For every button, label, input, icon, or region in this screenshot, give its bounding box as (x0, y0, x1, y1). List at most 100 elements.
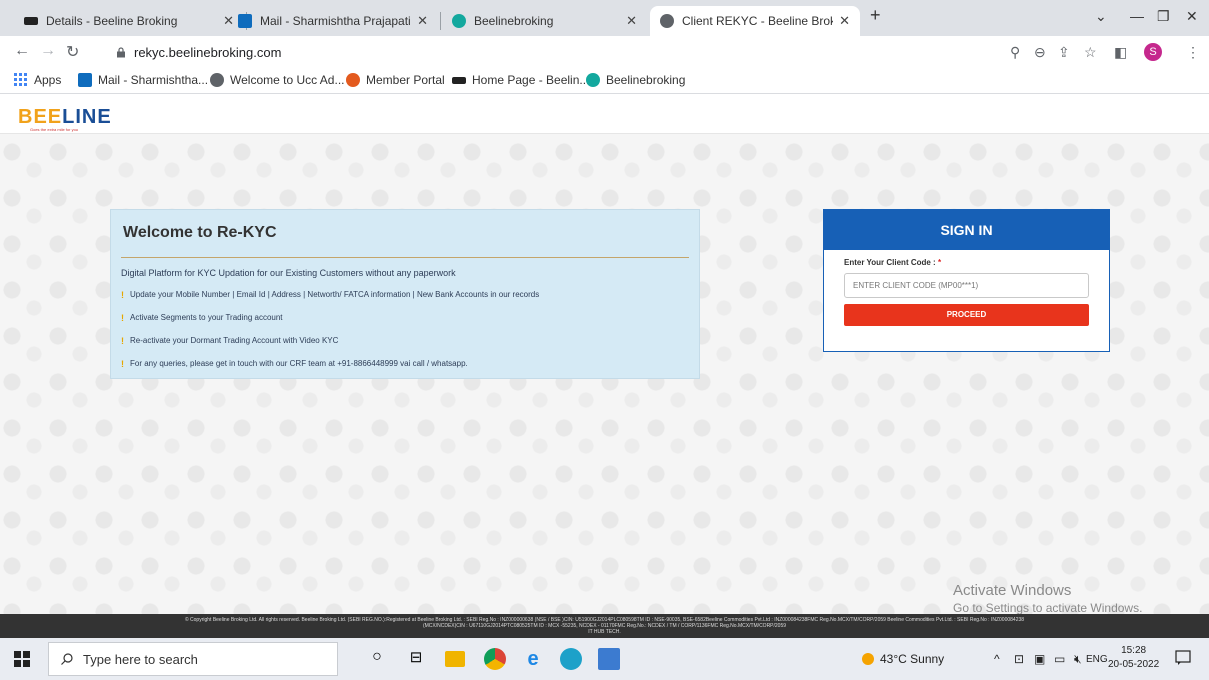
globe-icon (210, 73, 224, 87)
outlook-icon (238, 14, 252, 28)
profile-avatar[interactable]: S (1144, 43, 1162, 61)
bookmark-member-portal[interactable]: Member Portal (346, 73, 445, 87)
tab-mail[interactable]: Mail - Sharmishtha Prajapati - Ou ✕ (228, 6, 438, 36)
windows-taskbar: Type here to search ○ ⊟ e 43°C Sunny ^ ⊡… (0, 638, 1209, 680)
signin-panel: SIGN IN Enter Your Client Code : * PROCE… (823, 209, 1110, 352)
site-header: BEELINE Goes the extra mile for you (0, 94, 1209, 134)
list-item-text: Activate Segments to your Trading accoun… (130, 313, 283, 322)
beeline-logo[interactable]: BEELINE (18, 106, 112, 129)
clock-date: 20-05-2022 (1108, 659, 1160, 670)
list-item-text: For any queries, please get in touch wit… (130, 359, 468, 368)
url-text: rekyc.beelinebroking.com (134, 44, 282, 60)
required-mark: * (937, 258, 942, 267)
clock-time: 15:28 (1121, 645, 1147, 656)
label-text: Enter Your Client Code : (844, 258, 936, 267)
exclamation-icon: ! (121, 336, 124, 346)
weather-widget[interactable]: 43°C Sunny (862, 652, 944, 666)
cortana-icon[interactable]: ○ (366, 648, 388, 670)
close-icon[interactable]: ✕ (839, 13, 850, 29)
activate-windows-title: Activate Windows (953, 582, 1072, 599)
bookmark-apps[interactable]: Apps (14, 73, 61, 87)
forward-arrow-icon[interactable]: → (40, 42, 56, 60)
language-indicator[interactable]: ENG (1086, 654, 1108, 665)
window-close-button[interactable]: ✕ (1186, 8, 1198, 25)
beeline-green-icon (586, 73, 600, 87)
network-icon[interactable]: ▭ (1054, 652, 1065, 666)
bookmark-star-icon[interactable]: ☆ (1084, 44, 1097, 61)
tray-chevron-icon[interactable]: ^ (994, 652, 1000, 666)
client-code-input[interactable] (844, 273, 1089, 298)
list-item: ! Activate Segments to your Trading accou… (121, 313, 283, 323)
edge-icon[interactable] (560, 648, 582, 670)
tab-client-rekyc[interactable]: Client REKYC - Beeline Broking ✕ (650, 6, 860, 36)
welcome-panel: Welcome to Re-KYC Digital Platform for K… (110, 209, 700, 379)
list-item: ! Update your Mobile Number | Email Id | … (121, 290, 539, 300)
bookmark-label: Apps (34, 73, 62, 87)
lock-icon (117, 46, 125, 57)
exclamation-icon: ! (121, 290, 124, 300)
internet-explorer-icon[interactable]: e (522, 648, 544, 670)
tray-icon[interactable]: ⊡ (1014, 652, 1024, 666)
bookmark-label: Member Portal (366, 73, 445, 87)
tab-title: Mail - Sharmishtha Prajapati - Ou (260, 14, 411, 28)
outlook-icon (78, 73, 92, 87)
chrome-icon[interactable] (484, 648, 506, 670)
page-footer: © Copyright Beeline Broking Ltd. All rig… (0, 614, 1209, 638)
list-item: ! Re-activate your Dormant Trading Accoun… (121, 336, 338, 346)
bookmark-home-page[interactable]: Home Page - Beelin... (452, 73, 589, 87)
bookmark-label: Beelinebroking (606, 73, 686, 87)
tray-icon[interactable]: ▣ (1034, 652, 1045, 666)
page-content: BEELINE Goes the extra mile for you Welc… (0, 94, 1209, 614)
bookmark-beelinebroking[interactable]: Beelinebroking (586, 73, 685, 87)
logo-prefix: BEE (18, 106, 63, 128)
new-tab-button[interactable]: + (870, 5, 881, 26)
side-panel-icon[interactable]: ◧ (1114, 44, 1127, 61)
chat-bubble-icon (1175, 650, 1191, 665)
tab-title: Client REKYC - Beeline Broking (682, 14, 834, 28)
welcome-subtitle: Digital Platform for KYC Updation for ou… (121, 268, 456, 278)
proceed-button[interactable]: PROCEED (844, 304, 1089, 326)
zoom-icon[interactable]: ⊖ (1034, 44, 1046, 61)
menu-kebab-icon[interactable]: ⋮ (1186, 44, 1200, 61)
notification-icon[interactable] (1175, 650, 1191, 666)
location-icon[interactable]: ⚲ (1010, 44, 1020, 61)
tab-title: Beelinebroking (474, 14, 554, 28)
welcome-title: Welcome to Re-KYC (123, 224, 277, 241)
bookmark-label: Welcome to Ucc Ad... (230, 73, 345, 87)
bookmark-label: Home Page - Beelin... (472, 73, 590, 87)
beeline-icon (452, 76, 466, 84)
taskbar-search[interactable]: Type here to search (48, 642, 338, 676)
restore-button[interactable]: ❐ (1157, 8, 1170, 25)
windows-start-icon[interactable] (14, 651, 30, 667)
exclamation-icon: ! (121, 313, 124, 323)
url-bar[interactable]: rekyc.beelinebroking.com (104, 40, 994, 64)
minimize-button[interactable]: — (1130, 8, 1144, 24)
photos-icon[interactable] (598, 648, 620, 670)
reload-icon[interactable]: ↻ (66, 42, 79, 62)
beeline-green-icon (452, 14, 466, 28)
logo-text: LINE (62, 106, 112, 128)
bookmark-label: Mail - Sharmishtha... (98, 73, 209, 87)
tab-beelinebroking[interactable]: Beelinebroking ✕ (442, 6, 647, 36)
bookmarks-bar: Apps Mail - Sharmishtha... Welcome to Uc… (0, 68, 1209, 94)
beeline-icon (24, 17, 38, 25)
system-clock[interactable]: 15:28 20-05-2022 (1108, 644, 1159, 672)
browser-tab-bar: Details - Beeline Broking ✕ Mail - Sharm… (0, 0, 1209, 36)
list-item-text: Update your Mobile Number | Email Id | A… (130, 290, 540, 299)
bookmark-ucc[interactable]: Welcome to Ucc Ad... (210, 73, 345, 87)
tab-details[interactable]: Details - Beeline Broking ✕ (14, 6, 244, 36)
back-arrow-icon[interactable]: ← (14, 42, 30, 60)
search-icon (61, 653, 73, 665)
task-view-icon[interactable]: ⊟ (405, 648, 427, 670)
activate-windows-subtitle: Go to Settings to activate Windows. (953, 601, 1143, 615)
close-icon[interactable]: ✕ (417, 13, 428, 29)
tab-search-icon[interactable]: ⌄ (1095, 8, 1107, 25)
bookmark-mail[interactable]: Mail - Sharmishtha... (78, 73, 208, 87)
globe-icon (660, 14, 674, 28)
volume-muted-icon[interactable]: 🔇︎ (1074, 652, 1082, 667)
file-explorer-icon[interactable] (445, 651, 465, 667)
share-icon[interactable]: ⇪ (1058, 44, 1070, 61)
divider (121, 257, 689, 258)
member-portal-icon (346, 73, 360, 87)
close-icon[interactable]: ✕ (626, 13, 637, 29)
